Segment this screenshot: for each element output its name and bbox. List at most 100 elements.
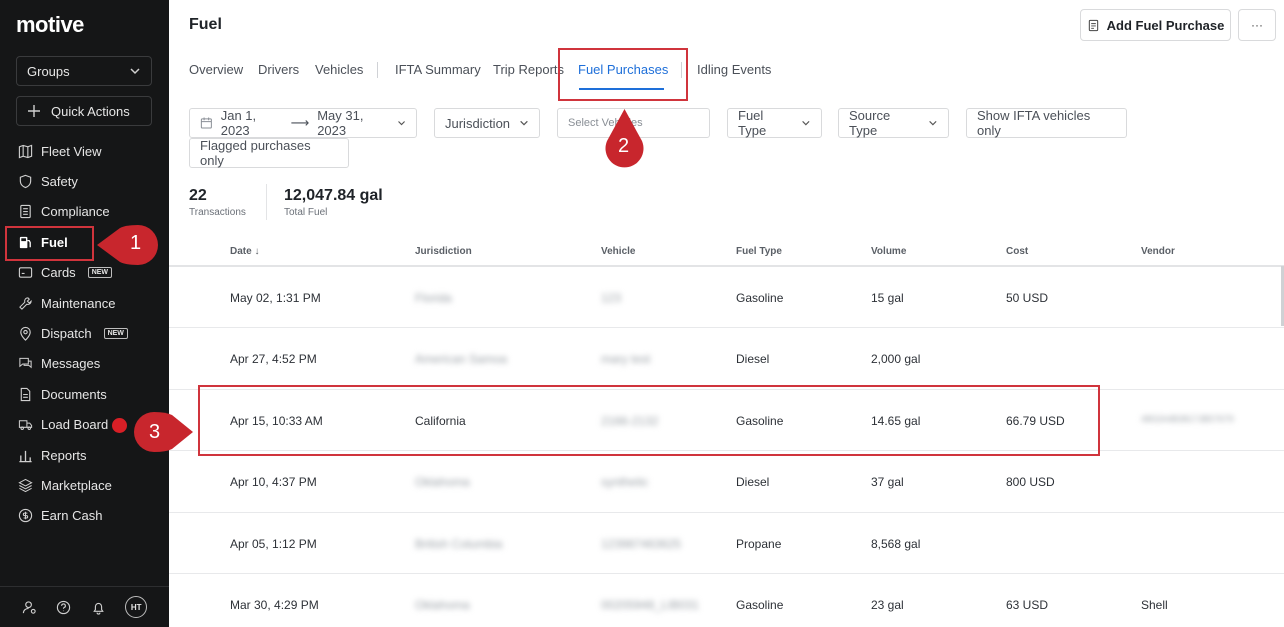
stat-divider — [266, 184, 267, 220]
tab-ifta-summary[interactable]: IFTA Summary — [395, 62, 481, 77]
cell-date: Apr 05, 1:12 PM — [230, 536, 317, 551]
highlight-box-california-row — [198, 385, 1100, 456]
sidebar-nav: Fleet View Safety Compliance Fuel Cards … — [0, 136, 169, 531]
sidebar-item-label: Maintenance — [41, 295, 116, 311]
tab-idling-events[interactable]: Idling Events — [697, 62, 771, 77]
more-options-button[interactable]: ··· — [1238, 9, 1276, 41]
date-start: Jan 1, 2023 — [220, 108, 257, 138]
wrench-icon — [19, 296, 32, 310]
column-header-vehicle[interactable]: Vehicle — [601, 246, 635, 257]
cell-vehicle: synthetic — [601, 475, 649, 490]
cell-volume: 2,000 gal — [871, 352, 921, 367]
sidebar-item-label: Documents — [41, 386, 107, 402]
sidebar-item-compliance[interactable]: Compliance — [0, 197, 169, 227]
jurisdiction-label: Jurisdiction — [445, 115, 511, 131]
table-row[interactable]: Mar 30, 4:29 PM Oklahoma 00205948_LIB031… — [169, 574, 1284, 627]
help-icon[interactable] — [56, 600, 71, 615]
source-type-dropdown[interactable]: Source Type — [838, 108, 949, 138]
chevron-down-icon — [520, 120, 528, 126]
groups-dropdown[interactable]: Groups — [16, 56, 152, 86]
add-fuel-purchase-label: Add Fuel Purchase — [1106, 17, 1225, 33]
chevron-down-icon — [929, 120, 937, 126]
column-header-cost[interactable]: Cost — [1006, 246, 1028, 257]
sidebar-item-dispatch[interactable]: Dispatch NEW — [0, 318, 169, 348]
document-list-icon — [20, 205, 31, 219]
table-row[interactable]: Apr 10, 4:37 PM Oklahoma synthetic Diese… — [169, 451, 1284, 513]
motive-logo[interactable]: motive — [16, 12, 84, 38]
groups-label: Groups — [27, 63, 70, 79]
tab-overview[interactable]: Overview — [189, 62, 243, 77]
date-range-picker[interactable]: Jan 1, 2023 ⟶ May 31, 2023 — [189, 108, 417, 138]
map-icon — [18, 144, 33, 159]
cell-jurisdiction: British Columbia — [415, 536, 503, 551]
sidebar: motive Groups Quick Actions Fleet View S… — [0, 0, 169, 627]
chevron-down-icon — [130, 68, 140, 75]
transactions-value: 22 — [189, 187, 207, 204]
total-fuel-value: 12,047.84 gal — [284, 187, 383, 204]
sidebar-item-fleet-view[interactable]: Fleet View — [0, 136, 169, 166]
cell-date: Apr 27, 4:52 PM — [230, 352, 317, 367]
table-row[interactable]: May 02, 1:31 PM Florida 123 Gasoline 15 … — [169, 267, 1284, 329]
chevron-down-icon — [398, 121, 405, 126]
fuel-type-dropdown[interactable]: Fuel Type — [727, 108, 822, 138]
callout-arrow-1 — [97, 225, 158, 265]
column-header-fuel-type[interactable]: Fuel Type — [736, 246, 782, 257]
cell-fuel-type: Gasoline — [736, 291, 784, 305]
layers-icon — [18, 478, 33, 493]
cell-date: Mar 30, 4:29 PM — [230, 598, 319, 612]
sidebar-item-earn-cash[interactable]: Earn Cash — [0, 501, 169, 531]
date-end: May 31, 2023 — [317, 108, 364, 138]
user-settings-icon[interactable] — [22, 600, 37, 615]
table-row[interactable]: Apr 27, 4:52 PM American Samoa mary test… — [169, 328, 1284, 390]
tab-trip-reports[interactable]: Trip Reports — [493, 62, 564, 77]
sidebar-item-marketplace[interactable]: Marketplace — [0, 470, 169, 500]
column-header-date[interactable]: Date ↓ — [230, 246, 259, 257]
sidebar-item-label: Reports — [41, 447, 87, 463]
plus-icon — [28, 105, 40, 117]
cell-fuel-type: Gasoline — [736, 598, 784, 612]
receipt-icon — [1088, 19, 1098, 31]
total-fuel-stat: 12,047.84 gal Total Fuel — [284, 187, 383, 218]
add-fuel-purchase-button[interactable]: Add Fuel Purchase — [1080, 9, 1231, 41]
chevron-down-icon — [802, 120, 810, 126]
column-header-jurisdiction[interactable]: Jurisdiction — [415, 246, 472, 257]
truck-icon — [18, 420, 33, 431]
bar-chart-icon — [19, 450, 32, 462]
cell-jurisdiction: Oklahoma — [415, 598, 470, 612]
sidebar-item-messages[interactable]: Messages — [0, 349, 169, 379]
cell-jurisdiction: Florida — [415, 291, 452, 305]
column-header-volume[interactable]: Volume — [871, 246, 906, 257]
cell-jurisdiction: American Samoa — [415, 352, 508, 367]
notification-dot — [112, 418, 127, 433]
bell-icon[interactable] — [91, 600, 106, 615]
dollar-circle-icon — [18, 509, 33, 523]
sidebar-item-documents[interactable]: Documents — [0, 379, 169, 409]
callout-number-1: 1 — [130, 232, 142, 254]
cell-jurisdiction: Oklahoma — [415, 475, 470, 490]
cell-fuel-type: Diesel — [736, 475, 770, 490]
jurisdiction-dropdown[interactable]: Jurisdiction — [434, 108, 540, 138]
avatar[interactable]: HT — [125, 596, 148, 618]
location-pin-icon — [20, 326, 31, 341]
column-header-vendor[interactable]: Vendor — [1141, 246, 1175, 257]
sidebar-item-safety[interactable]: Safety — [0, 166, 169, 196]
ifta-vehicles-toggle[interactable]: Show IFTA vehicles only — [966, 108, 1127, 138]
tab-vehicles[interactable]: Vehicles — [315, 62, 363, 77]
sidebar-item-label: Load Board — [41, 417, 109, 433]
tab-drivers[interactable]: Drivers — [258, 62, 299, 77]
cell-vendor: Shell — [1141, 598, 1168, 612]
sidebar-item-maintenance[interactable]: Maintenance — [0, 288, 169, 318]
transactions-label: Transactions — [189, 207, 246, 218]
table-row[interactable]: Apr 05, 1:12 PM British Columbia 1239874… — [169, 513, 1284, 574]
flagged-purchases-toggle[interactable]: Flagged purchases only — [189, 138, 349, 168]
cell-vehicle: 123987463625 — [601, 536, 682, 551]
cell-fuel-type: Propane — [736, 536, 782, 551]
new-badge: NEW — [87, 267, 113, 279]
cell-date: May 02, 1:31 PM — [230, 291, 321, 305]
quick-actions-label: Quick Actions — [51, 103, 130, 119]
quick-actions-button[interactable]: Quick Actions — [16, 96, 152, 126]
cell-volume: 23 gal — [871, 598, 904, 612]
cell-date: Apr 10, 4:37 PM — [230, 475, 317, 490]
cell-cost: 63 USD — [1006, 598, 1049, 612]
total-fuel-label: Total Fuel — [284, 207, 328, 218]
